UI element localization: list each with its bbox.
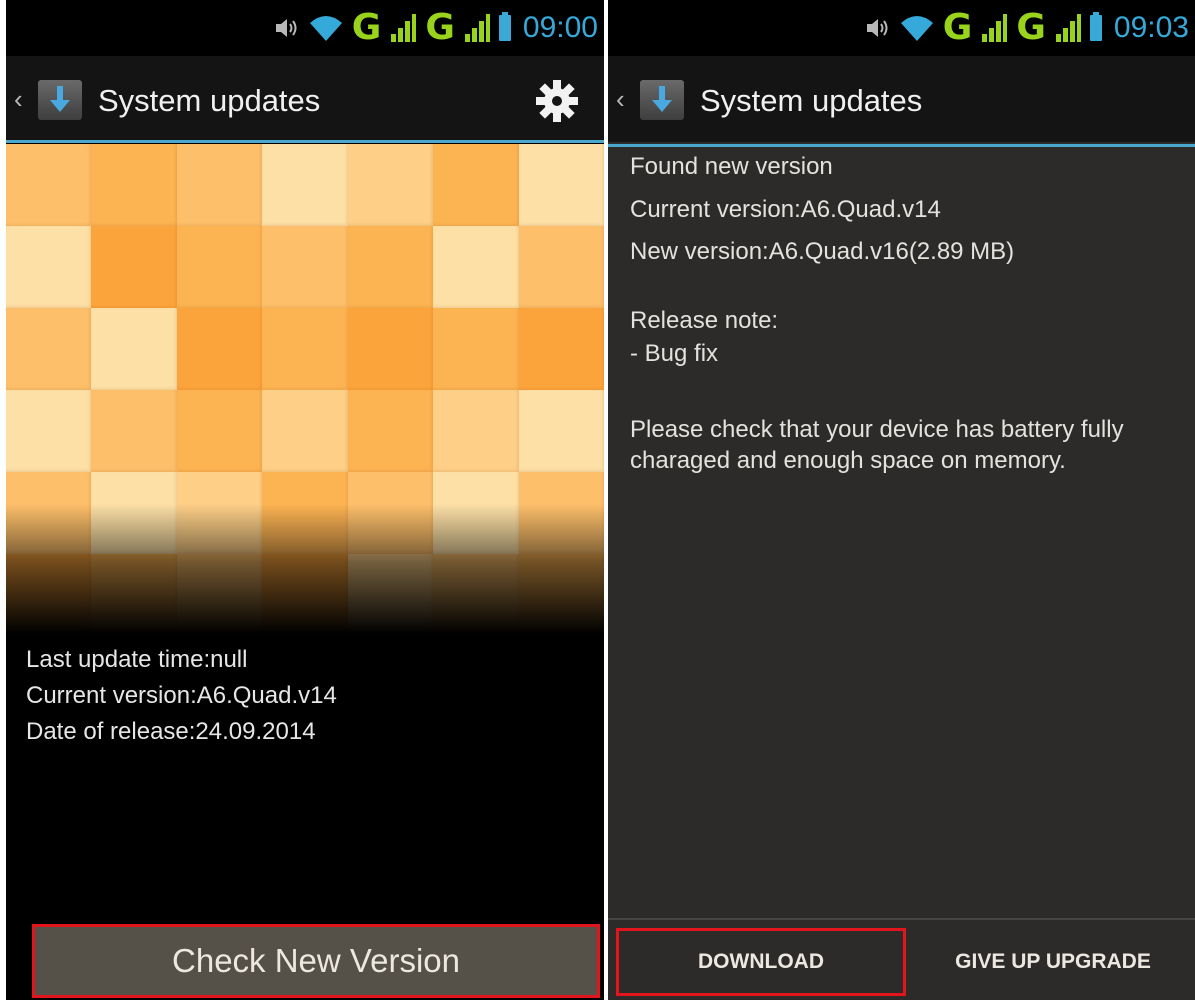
current-version: Current version:A6.Quad.v14 [26, 682, 337, 709]
hero-tile [6, 144, 93, 227]
hero-tile [433, 226, 520, 309]
status-bar: G G 09:03 [608, 0, 1195, 56]
hero-tile [433, 144, 520, 227]
battery-notice-line-2: charaged and enough space on memory. [630, 447, 1066, 474]
last-update-time: Last update time:null [26, 646, 248, 673]
hero-tile [262, 390, 349, 473]
network-type-sim2: G [1016, 7, 1046, 48]
hero-tile [433, 390, 520, 473]
clock: 09:03 [1113, 11, 1189, 44]
volume-icon [866, 19, 888, 37]
volume-icon [275, 19, 297, 37]
back-chevron-icon[interactable]: ‹ [616, 84, 625, 114]
left-screen: G G 09:00 ‹ System updates Last update t… [6, 0, 604, 1000]
give-up-upgrade-button[interactable]: GIVE UP UPGRADE [918, 928, 1188, 996]
page-title: System updates [700, 83, 923, 118]
settings-gear-icon[interactable] [534, 78, 580, 124]
system-update-app-icon[interactable] [38, 80, 82, 120]
right-screen: G G 09:03 ‹ System updates Found new ver… [608, 0, 1195, 1000]
wifi-icon [900, 16, 933, 41]
action-bar-divider [6, 140, 604, 143]
hero-tile [433, 308, 520, 391]
signal-sim1-icon [391, 14, 417, 42]
network-type-sim1: G [351, 7, 382, 48]
check-new-version-button[interactable]: Check New Version [32, 924, 600, 998]
hero-tile [176, 308, 264, 391]
release-note-title: Release note: [630, 307, 779, 334]
hero-tile [347, 308, 435, 391]
release-date: Date of release:24.09.2014 [26, 718, 316, 745]
found-new-version: Found new version [630, 153, 833, 180]
clock: 09:00 [522, 11, 598, 44]
system-update-app-icon[interactable] [640, 80, 684, 120]
hero-tile [91, 144, 178, 227]
hero-tile [6, 390, 93, 473]
hero-tile [518, 226, 604, 309]
hero-tile [347, 144, 435, 227]
hero-tile [518, 390, 604, 473]
hero-tile [91, 226, 178, 309]
hero-tile [347, 226, 435, 309]
battery-icon [498, 12, 511, 41]
back-chevron-icon[interactable]: ‹ [14, 84, 23, 114]
download-button[interactable]: DOWNLOAD [616, 928, 906, 996]
hero-tile [262, 144, 349, 227]
hero-tile [6, 226, 93, 309]
hero-pattern-image [6, 144, 604, 634]
hero-tile [262, 308, 349, 391]
hero-tile [176, 390, 264, 473]
network-type-sim1: G [942, 7, 973, 48]
release-note-item: - Bug fix [630, 340, 719, 367]
status-bar: G G 09:00 [6, 0, 604, 56]
hero-tile [176, 226, 264, 309]
network-type-sim2: G [425, 7, 455, 48]
hero-tile [518, 308, 604, 391]
battery-notice-line-1: Please check that your device has batter… [630, 416, 1124, 443]
signal-sim2-icon [1055, 14, 1081, 42]
signal-sim1-icon [982, 14, 1008, 42]
battery-icon [1089, 12, 1102, 41]
hero-tile [91, 390, 178, 473]
new-version: New version:A6.Quad.v16(2.89 MB) [630, 238, 1015, 265]
footer-divider [608, 918, 1195, 920]
hero-tile [262, 226, 349, 309]
hero-tile [347, 390, 435, 473]
signal-sim2-icon [464, 14, 490, 42]
hero-tile [91, 308, 178, 391]
page-title: System updates [98, 83, 321, 118]
hero-tile [176, 144, 264, 227]
hero-tile [6, 308, 93, 391]
action-bar: ‹ System updates [6, 56, 604, 142]
action-bar-divider [608, 144, 1195, 147]
current-version: Current version:A6.Quad.v14 [630, 196, 941, 223]
hero-fade [6, 504, 604, 634]
wifi-icon [309, 16, 342, 41]
action-bar: ‹ System updates [608, 56, 1195, 142]
hero-tile [518, 144, 604, 227]
